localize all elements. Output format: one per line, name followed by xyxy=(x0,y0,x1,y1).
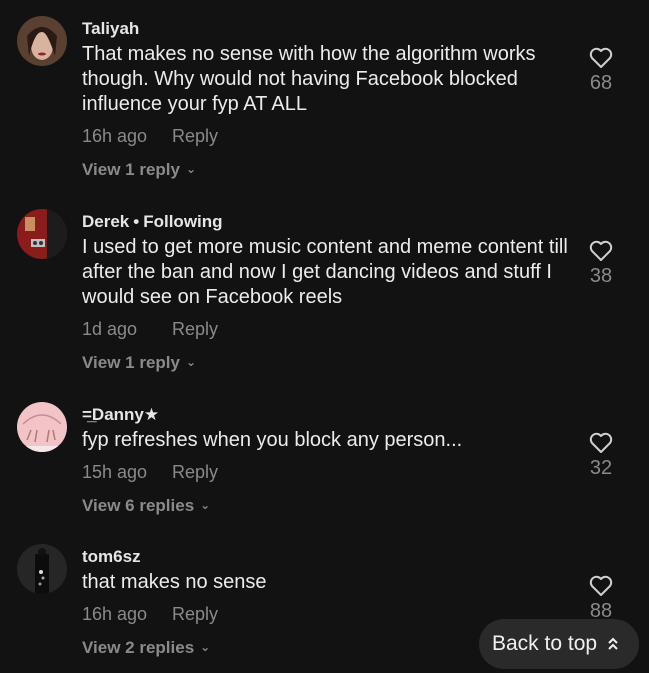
reply-button[interactable]: Reply xyxy=(172,604,218,624)
double-chevron-up-icon xyxy=(607,637,619,651)
reply-button[interactable]: Reply xyxy=(172,462,218,482)
timestamp: 16h ago xyxy=(82,604,148,624)
view-replies-button[interactable]: View 1 reply ⌄ xyxy=(82,159,572,182)
chevron-down-icon: ⌄ xyxy=(185,162,197,176)
view-replies-button[interactable]: View 6 replies ⌄ xyxy=(82,495,572,518)
heart-outline-icon xyxy=(589,575,613,596)
like-count: 68 xyxy=(589,72,613,94)
like-count: 32 xyxy=(589,457,613,479)
view-replies-button[interactable]: View 1 reply ⌄ xyxy=(82,352,572,375)
reply-button[interactable]: Reply xyxy=(172,319,218,339)
username[interactable]: tom6sz xyxy=(82,546,572,568)
chevron-down-icon: ⌄ xyxy=(200,498,211,512)
reply-button[interactable]: Reply xyxy=(172,126,218,146)
avatar[interactable] xyxy=(17,402,67,452)
following-badge: Following xyxy=(143,212,223,231)
like-button[interactable]: 68 xyxy=(585,47,617,95)
comment-text: that makes no sense xyxy=(82,571,267,593)
back-to-top-label: Back to top xyxy=(492,632,598,655)
view-replies-label: View 6 replies xyxy=(82,496,195,515)
comment-text: I used to get more music content and mem… xyxy=(82,236,568,308)
avatar[interactable] xyxy=(17,209,67,259)
avatar[interactable] xyxy=(17,16,67,66)
timestamp: 16h ago xyxy=(82,126,148,146)
view-replies-label: View 2 replies xyxy=(82,638,195,657)
username[interactable]: Taliyah xyxy=(82,18,572,40)
heart-outline-icon xyxy=(589,432,613,453)
comment-text: That makes no sense with how the algorit… xyxy=(82,43,536,115)
heart-outline-icon xyxy=(589,47,613,68)
back-to-top-button[interactable]: Back to top xyxy=(479,619,639,669)
timestamp: 1d ago xyxy=(82,319,138,339)
like-button[interactable]: 88 xyxy=(585,575,617,623)
comment-text: fyp refreshes when you block any person.… xyxy=(82,429,463,451)
chevron-down-icon: ⌄ xyxy=(185,355,197,369)
like-button[interactable]: 32 xyxy=(585,432,617,480)
username[interactable]: Derek • Following xyxy=(82,211,572,233)
view-replies-label: View 1 reply xyxy=(82,353,180,372)
like-button[interactable]: 38 xyxy=(585,240,617,288)
avatar[interactable] xyxy=(17,544,67,594)
username[interactable]: =̲Danny★ xyxy=(82,404,572,426)
timestamp: 15h ago xyxy=(82,462,148,482)
view-replies-label: View 1 reply xyxy=(82,160,180,179)
chevron-down-icon: ⌄ xyxy=(200,640,211,654)
heart-outline-icon xyxy=(589,240,613,261)
like-count: 38 xyxy=(589,265,613,287)
